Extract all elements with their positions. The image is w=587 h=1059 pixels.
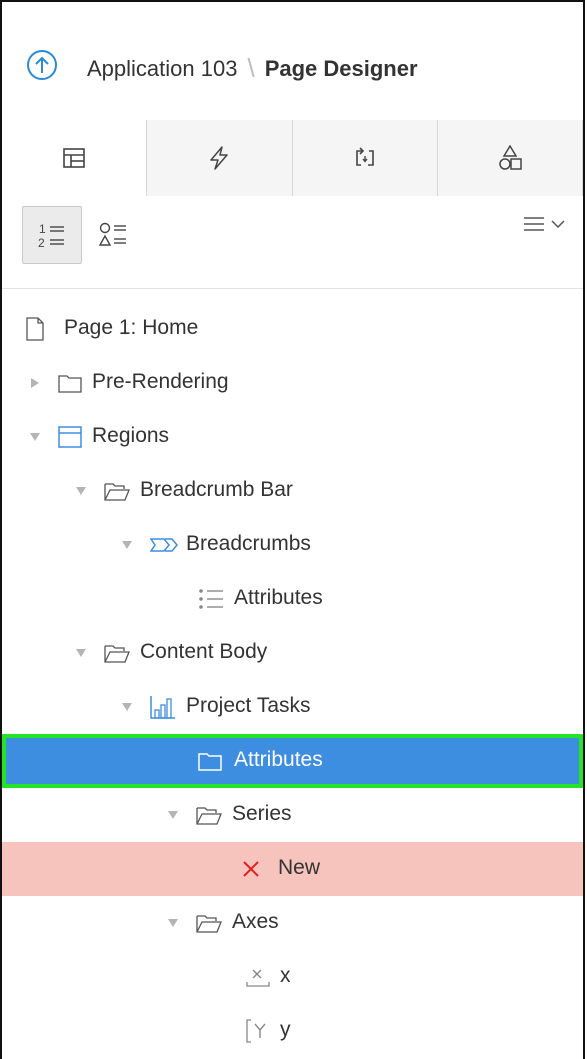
- tree-node-regions[interactable]: Regions: [2, 410, 583, 464]
- open-folder-icon: [196, 911, 222, 935]
- processing-arrows-icon: [355, 147, 374, 166]
- shapes-icon: [499, 145, 522, 170]
- numbered-list-icon: 1 2: [38, 222, 64, 249]
- error-x-icon: [242, 857, 260, 881]
- tree-node-series[interactable]: Series: [2, 788, 583, 842]
- tree-node-label: New: [278, 856, 321, 879]
- tree-node-label: Attributes: [234, 586, 323, 609]
- region-icon: [58, 425, 82, 449]
- tree-node-label: Breadcrumb Bar: [140, 478, 293, 501]
- tree-menu-button[interactable]: [523, 216, 565, 232]
- tree-node-label: Breadcrumbs: [186, 532, 311, 555]
- tree-node-label: Regions: [92, 424, 170, 447]
- tree-node-label: Page 1: Home: [64, 316, 199, 339]
- chart-region-icon: [150, 695, 176, 719]
- tree-node-axis-y[interactable]: y: [2, 1004, 583, 1058]
- y-axis-icon: [246, 1019, 270, 1043]
- x-axis-icon: [246, 965, 270, 989]
- breadcrumb: Application 103 \ Page Designer: [87, 52, 418, 83]
- breadcrumb-region-icon: [150, 533, 178, 557]
- expand-triangle-icon[interactable]: [28, 376, 42, 390]
- collapse-triangle-icon[interactable]: [120, 538, 134, 552]
- lightning-icon: [210, 146, 229, 170]
- svg-text:2: 2: [38, 236, 45, 249]
- tree-node-breadcrumbs-attributes[interactable]: Attributes: [2, 572, 583, 626]
- navigate-up-button[interactable]: [27, 50, 57, 80]
- chevron-down-icon: [551, 220, 565, 229]
- tree-node-label: Series: [232, 802, 292, 825]
- collapse-triangle-icon[interactable]: [166, 808, 180, 822]
- tab-dynamic-actions[interactable]: [147, 120, 293, 196]
- tree-node-label: Attributes: [234, 748, 323, 771]
- tab-rendering[interactable]: [2, 120, 148, 197]
- open-folder-icon: [104, 479, 130, 503]
- tree-node-series-new[interactable]: New: [2, 842, 583, 896]
- open-folder-icon: [196, 803, 222, 827]
- tree-node-label: y: [280, 1018, 291, 1041]
- open-folder-icon: [104, 641, 130, 665]
- folder-icon: [198, 749, 222, 773]
- tree-node-label: Content Body: [140, 640, 268, 663]
- rendering-tree-icon: [63, 148, 85, 168]
- collapse-triangle-icon[interactable]: [120, 700, 134, 714]
- tree-node-axis-x[interactable]: x: [2, 950, 583, 1004]
- tab-shared-components[interactable]: [438, 120, 583, 196]
- breadcrumb-separator: \: [247, 53, 255, 83]
- svg-text:1: 1: [39, 222, 46, 236]
- collapse-triangle-icon[interactable]: [166, 916, 180, 930]
- page-icon: [26, 317, 44, 341]
- tree-node-breadcrumb-bar[interactable]: Breadcrumb Bar: [2, 464, 583, 518]
- tree-toolbar: 1 2: [2, 196, 583, 289]
- group-by-component-button[interactable]: [84, 206, 144, 264]
- tree-node-label: Pre-Rendering: [92, 370, 229, 393]
- shapes-list-icon: [98, 222, 126, 246]
- tree-node-label: Project Tasks: [186, 694, 311, 717]
- tab-processing[interactable]: [293, 120, 438, 196]
- group-by-type-button[interactable]: 1 2: [22, 206, 82, 264]
- arrow-up-icon: [35, 56, 49, 73]
- designer-tabs: [2, 120, 583, 197]
- tree-node-page[interactable]: Page 1: Home: [2, 302, 583, 356]
- tree-node-pre-rendering[interactable]: Pre-Rendering: [2, 356, 583, 410]
- tree-node-project-tasks[interactable]: Project Tasks: [2, 680, 583, 734]
- hamburger-icon: [524, 217, 544, 231]
- tree-node-breadcrumbs[interactable]: Breadcrumbs: [2, 518, 583, 572]
- breadcrumb-application[interactable]: Application 103: [87, 56, 237, 81]
- collapse-triangle-icon[interactable]: [28, 430, 42, 444]
- collapse-triangle-icon[interactable]: [74, 484, 88, 498]
- page-designer-panel: Application 103 \ Page Designer 1 2 Page…: [0, 0, 585, 1059]
- header-bar: Application 103 \ Page Designer: [2, 2, 583, 121]
- tree-node-label: Axes: [232, 910, 279, 933]
- tree-node-axes[interactable]: Axes: [2, 896, 583, 950]
- breadcrumb-current-page: Page Designer: [264, 56, 418, 81]
- tree-node-chart-attributes[interactable]: Attributes: [2, 734, 583, 788]
- attributes-list-icon: [198, 587, 224, 611]
- tree-node-label: x: [280, 964, 291, 987]
- tree-node-content-body[interactable]: Content Body: [2, 626, 583, 680]
- collapse-triangle-icon[interactable]: [74, 646, 88, 660]
- folder-icon: [58, 371, 82, 395]
